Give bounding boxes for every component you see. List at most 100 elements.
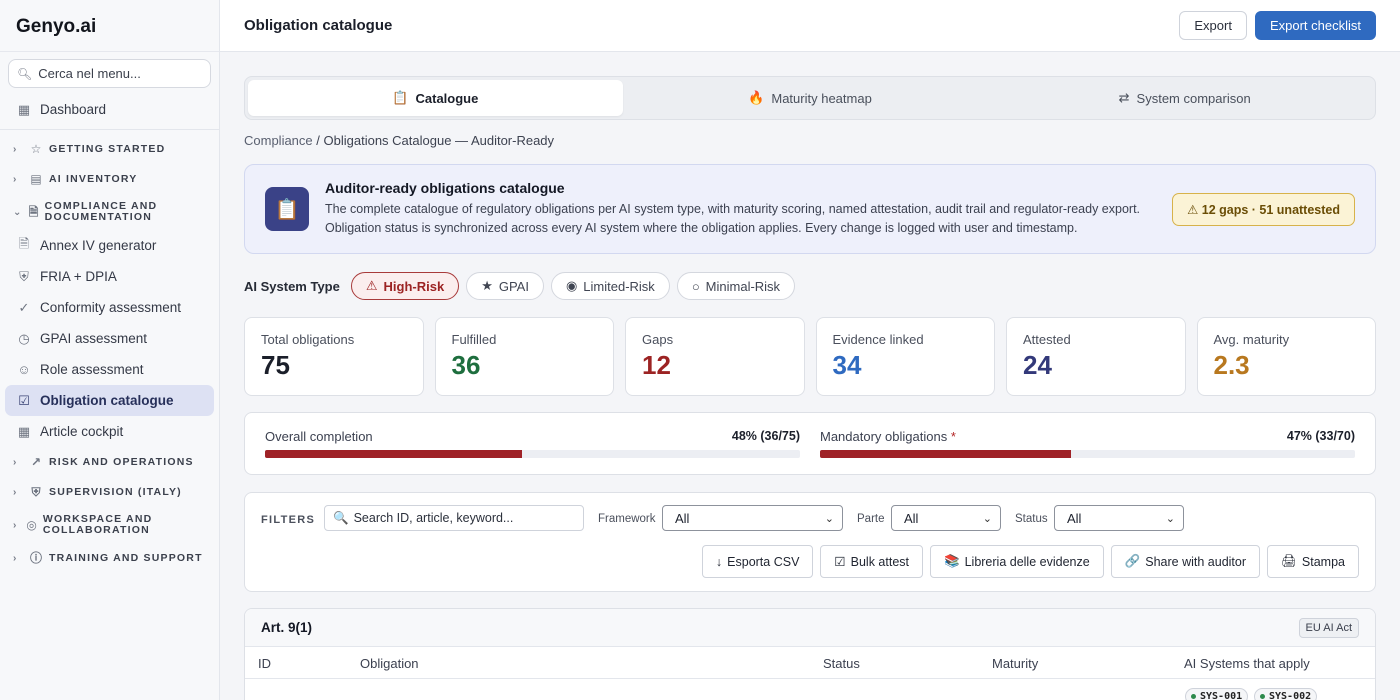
sidebar-group-getting-started[interactable]: › ☆ GETTING STARTED xyxy=(5,134,214,164)
globe-icon: ◎ xyxy=(26,517,37,532)
brand-logo[interactable]: Genyo.ai xyxy=(0,0,219,52)
tab-catalogue[interactable]: 📋 Catalogue xyxy=(248,80,623,116)
stat-gaps: Gaps 12 xyxy=(625,317,805,396)
system-type-high-risk[interactable]: ⚠ High-Risk xyxy=(350,272,460,300)
progress-percent: 48% (36/75) xyxy=(731,429,800,443)
progress-bar xyxy=(820,450,1355,458)
evidence-library-button[interactable]: 📚 Libreria delle evidenze xyxy=(930,545,1104,578)
stat-label: Attested xyxy=(1023,332,1071,347)
printer-icon: 🖨 xyxy=(1281,554,1297,568)
sidebar-item-obligation-catalogue[interactable]: ☑ Obligation catalogue xyxy=(5,385,214,416)
system-type-label: AI System Type xyxy=(244,278,340,294)
sidebar-item-label: Annex IV generator xyxy=(40,238,157,253)
export-checklist-button[interactable]: Export checklist xyxy=(1254,11,1376,40)
stat-fulfilled: Fulfilled 36 xyxy=(434,317,614,396)
framework-label: Framework xyxy=(598,513,656,525)
system-type-limited-risk[interactable]: ◉ Limited-Risk xyxy=(550,272,670,300)
chevron-right-icon: › xyxy=(13,519,18,531)
sidebar-item-role[interactable]: ☺ Role assessment xyxy=(5,354,214,385)
stat-value: 24 xyxy=(1023,350,1052,380)
swap-icon: ⇄ xyxy=(1118,90,1130,105)
print-button[interactable]: 🖨 Stampa xyxy=(1267,545,1359,578)
document-icon: 🗎 xyxy=(18,235,30,251)
share-with-auditor-button[interactable]: 🔗 Share with auditor xyxy=(1110,545,1261,578)
obligations-table: Art. 9(1) EU AI Act ID Obligation Status… xyxy=(244,608,1376,700)
view-tabs: 📋 Catalogue 🔥 Maturity heatmap ⇄ System … xyxy=(244,76,1376,120)
chevron-right-icon: › xyxy=(13,143,18,155)
pill-label: High-Risk xyxy=(383,278,445,294)
sidebar: Genyo.ai 🔍︎ Cerca nel menu... ▦ Dashboar… xyxy=(0,0,220,700)
tab-maturity-heatmap[interactable]: 🔥 Maturity heatmap xyxy=(623,80,998,116)
sidebar-item-label: Article cockpit xyxy=(40,424,124,439)
framework-tag: EU AI Act xyxy=(1298,617,1359,638)
link-icon: 🔗 xyxy=(1124,554,1141,568)
system-tag[interactable]: SYS-001 xyxy=(1185,688,1249,700)
tab-label: Maturity heatmap xyxy=(771,90,872,106)
progress-bar-fill xyxy=(265,450,522,458)
progress-label: Mandatory obligations xyxy=(820,429,948,444)
status-label: Status xyxy=(1015,513,1048,525)
chevron-down-icon: ⌄ xyxy=(982,512,992,525)
tab-system-comparison[interactable]: ⇄ System comparison xyxy=(997,80,1372,116)
shield-check-icon: ⛨ xyxy=(31,484,41,499)
status-select[interactable]: All ⌄ xyxy=(1054,505,1184,531)
info-banner: 📋 Auditor-ready obligations catalogue Th… xyxy=(244,164,1376,254)
breadcrumb-root[interactable]: Compliance xyxy=(244,133,313,148)
sidebar-item-gpai[interactable]: ◷ GPAI assessment xyxy=(5,323,214,354)
table-column-headers: ID Obligation Status Maturity AI Systems… xyxy=(245,647,1375,679)
pill-label: Limited-Risk xyxy=(583,278,655,294)
sidebar-group-training[interactable]: › ⓘ TRAINING AND SUPPORT xyxy=(5,543,214,573)
menu-search-input[interactable]: 🔍︎ Cerca nel menu... xyxy=(8,59,211,88)
sidebar-group-workspace[interactable]: › ◎ WORKSPACE AND COLLABORATION xyxy=(5,507,214,543)
sidebar-item-fria-dpia[interactable]: ⛨ FRIA + DPIA xyxy=(5,261,214,292)
sidebar-item-dashboard[interactable]: ▦ Dashboard xyxy=(5,94,214,125)
chevron-right-icon: › xyxy=(13,173,18,185)
sidebar-item-article-cockpit[interactable]: ▦ Article cockpit xyxy=(5,416,214,447)
pill-label: Minimal-Risk xyxy=(705,278,781,294)
obligation-search-input[interactable]: 🔍 Search ID, article, keyword... xyxy=(324,505,584,531)
column-header-obligation[interactable]: Obligation xyxy=(360,656,419,671)
sidebar-group-risk[interactable]: › ↗ RISK AND OPERATIONS xyxy=(5,447,214,477)
banner-description: The complete catalogue of regulatory obl… xyxy=(325,202,1141,235)
export-button[interactable]: Export xyxy=(1179,11,1247,40)
download-icon: ↓ xyxy=(715,554,723,569)
table-row[interactable]: SYS-001 SYS-002 xyxy=(245,679,1375,700)
parte-label: Parte xyxy=(857,513,885,525)
filter-actions: ↓ Esporta CSV ☑ Bulk attest 📚 Libreria d… xyxy=(701,545,1359,578)
sidebar-item-label: GPAI assessment xyxy=(40,331,148,346)
stat-label: Avg. maturity xyxy=(1213,332,1290,347)
table-section-header: Art. 9(1) EU AI Act xyxy=(245,609,1375,647)
system-type-gpai[interactable]: ★ GPAI xyxy=(466,272,544,300)
radio-dot-icon: ◉ xyxy=(565,278,578,293)
stats-row: Total obligations 75 Fulfilled 36 Gaps 1… xyxy=(244,317,1376,396)
button-label: Libreria delle evidenze xyxy=(964,554,1090,569)
sidebar-item-annex-iv[interactable]: 🗎 Annex IV generator xyxy=(5,230,214,261)
system-id: SYS-002 xyxy=(1269,691,1312,700)
sidebar-group-ai-inventory[interactable]: › ▤ AI INVENTORY xyxy=(5,164,214,194)
checkbox-icon: ☑ xyxy=(834,555,846,569)
stat-value: 34 xyxy=(832,350,862,380)
column-header-id[interactable]: ID xyxy=(258,656,271,671)
progress-label: Overall completion xyxy=(265,429,373,444)
column-header-status[interactable]: Status xyxy=(823,656,860,671)
system-type-minimal-risk[interactable]: ○ Minimal-Risk xyxy=(676,272,796,300)
parte-select[interactable]: All ⌄ xyxy=(891,505,1001,531)
topbar: Obligation catalogue Export Export check… xyxy=(220,0,1400,52)
column-header-maturity[interactable]: Maturity xyxy=(992,656,1038,671)
column-header-ai-systems[interactable]: AI Systems that apply xyxy=(1184,656,1310,671)
bulk-attest-button[interactable]: ☑ Bulk attest xyxy=(820,545,924,578)
gaps-badge[interactable]: ⚠ 12 gaps · 51 unattested xyxy=(1172,192,1355,226)
chevron-right-icon: › xyxy=(13,552,18,564)
sidebar-group-compliance[interactable]: ⌄ 🗎 COMPLIANCE AND DOCUMENTATION xyxy=(5,194,214,230)
export-csv-button[interactable]: ↓ Esporta CSV xyxy=(701,545,814,578)
sidebar-group-supervision[interactable]: › ⛨ SUPERVISION (ITALY) xyxy=(5,477,214,507)
stat-total-obligations: Total obligations 75 xyxy=(244,317,424,396)
sidebar-group-label: AI INVENTORY xyxy=(49,172,138,185)
help-icon: ⓘ xyxy=(29,550,42,565)
star-icon: ★ xyxy=(481,278,493,293)
framework-select[interactable]: All ⌄ xyxy=(662,505,843,531)
status-dot-icon xyxy=(1191,694,1196,699)
select-value: All xyxy=(904,510,919,526)
sidebar-item-conformity[interactable]: ✓ Conformity assessment xyxy=(5,292,214,323)
system-tag[interactable]: SYS-002 xyxy=(1254,688,1318,700)
